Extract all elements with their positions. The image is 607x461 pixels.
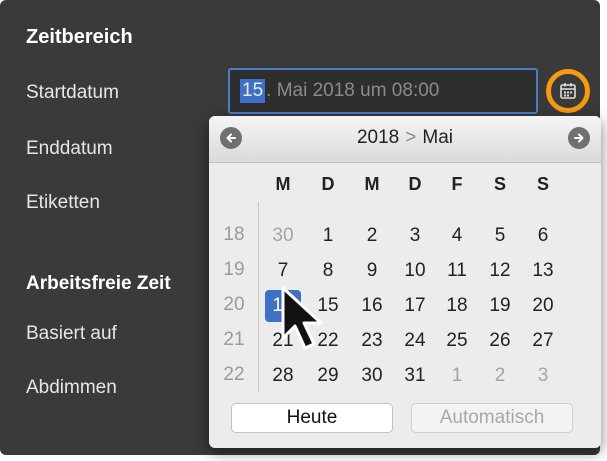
calendar-day[interactable]: 28 bbox=[265, 360, 301, 392]
calendar-day[interactable]: 17 bbox=[397, 290, 433, 322]
calendar-day[interactable]: 2 bbox=[482, 360, 518, 392]
weekday-label: F bbox=[451, 174, 463, 194]
calendar-day[interactable]: 29 bbox=[310, 360, 346, 392]
calendar-day[interactable]: 4 bbox=[439, 220, 475, 252]
based-on-label: Basiert auf bbox=[26, 323, 117, 344]
month-year-title: 2018 > Mai bbox=[209, 127, 601, 149]
next-month-button[interactable] bbox=[568, 127, 590, 149]
arrow-right-icon bbox=[574, 133, 584, 143]
calendar-icon bbox=[560, 83, 576, 99]
breadcrumb-separator: > bbox=[405, 127, 417, 148]
week-number: 20 bbox=[223, 294, 245, 315]
dimming-label: Abdimmen bbox=[26, 377, 117, 398]
calendar-day[interactable]: 30 bbox=[265, 220, 301, 252]
weekday-label: S bbox=[493, 174, 506, 194]
calendar-day[interactable]: 9 bbox=[354, 255, 390, 287]
calendar-day[interactable]: 20 bbox=[525, 290, 561, 322]
weekday-label: M bbox=[364, 174, 380, 194]
calendar-day[interactable]: 1 bbox=[310, 220, 346, 252]
mouse-pointer-icon bbox=[281, 286, 323, 350]
calendar-day[interactable]: 5 bbox=[482, 220, 518, 252]
calendar-day[interactable]: 26 bbox=[482, 325, 518, 357]
workfree-time-label: Arbeitsfreie Zeit bbox=[26, 273, 171, 294]
calendar-day[interactable]: 7 bbox=[265, 255, 301, 287]
calendar-day[interactable]: 23 bbox=[354, 325, 390, 357]
calendar-day[interactable]: 30 bbox=[354, 360, 390, 392]
automatic-button[interactable]: Automatisch bbox=[411, 403, 573, 433]
weekday-label: D bbox=[321, 174, 335, 194]
calendar-button[interactable] bbox=[546, 69, 590, 113]
week-number: 18 bbox=[223, 224, 245, 245]
calendar-day[interactable]: 3 bbox=[397, 220, 433, 252]
calendar-day[interactable]: 6 bbox=[525, 220, 561, 252]
month-label[interactable]: Mai bbox=[422, 127, 453, 148]
tags-label: Etiketten bbox=[26, 192, 100, 213]
end-date-label: Enddatum bbox=[26, 138, 113, 159]
calendar-day[interactable]: 8 bbox=[310, 255, 346, 287]
start-date-day-segment[interactable]: 15 bbox=[240, 79, 266, 103]
start-date-rest: . Mai 2018 um 08:00 bbox=[266, 80, 440, 101]
calendar-day[interactable]: 27 bbox=[525, 325, 561, 357]
calendar-day[interactable]: 12 bbox=[482, 255, 518, 287]
weekday-label: S bbox=[536, 174, 549, 194]
calendar-day[interactable]: 2 bbox=[354, 220, 390, 252]
weekday-label: D bbox=[408, 174, 422, 194]
calendar-day[interactable]: 18 bbox=[439, 290, 475, 322]
calendar-day[interactable]: 10 bbox=[397, 255, 433, 287]
today-button[interactable]: Heute bbox=[231, 403, 393, 433]
calendar-day[interactable]: 1 bbox=[439, 360, 475, 392]
calendar-day[interactable]: 24 bbox=[397, 325, 433, 357]
calendar-day[interactable]: 31 bbox=[397, 360, 433, 392]
start-date-label: Startdatum bbox=[26, 82, 119, 103]
calendar-day[interactable]: 11 bbox=[439, 255, 475, 287]
calendar-day[interactable]: 3 bbox=[525, 360, 561, 392]
week-number-divider bbox=[258, 202, 259, 392]
calendar-day[interactable]: 13 bbox=[525, 255, 561, 287]
week-number: 22 bbox=[223, 364, 245, 385]
year-label[interactable]: 2018 bbox=[357, 127, 399, 148]
week-number: 21 bbox=[223, 329, 245, 350]
calendar-day[interactable]: 19 bbox=[482, 290, 518, 322]
week-number: 19 bbox=[223, 259, 245, 280]
calendar-header: 2018 > Mai bbox=[209, 116, 601, 163]
weekday-label: M bbox=[275, 174, 291, 194]
calendar-day[interactable]: 16 bbox=[354, 290, 390, 322]
calendar-day[interactable]: 25 bbox=[439, 325, 475, 357]
start-date-input[interactable]: 15 . Mai 2018 um 08:00 bbox=[228, 68, 538, 114]
date-picker-popover: 2018 > Mai MDMDFSS 18 30 1 2 3 4 5 6 19 7 8 9 10 11 12 13… bbox=[209, 116, 601, 448]
section-title: Zeitbereich bbox=[26, 26, 133, 48]
